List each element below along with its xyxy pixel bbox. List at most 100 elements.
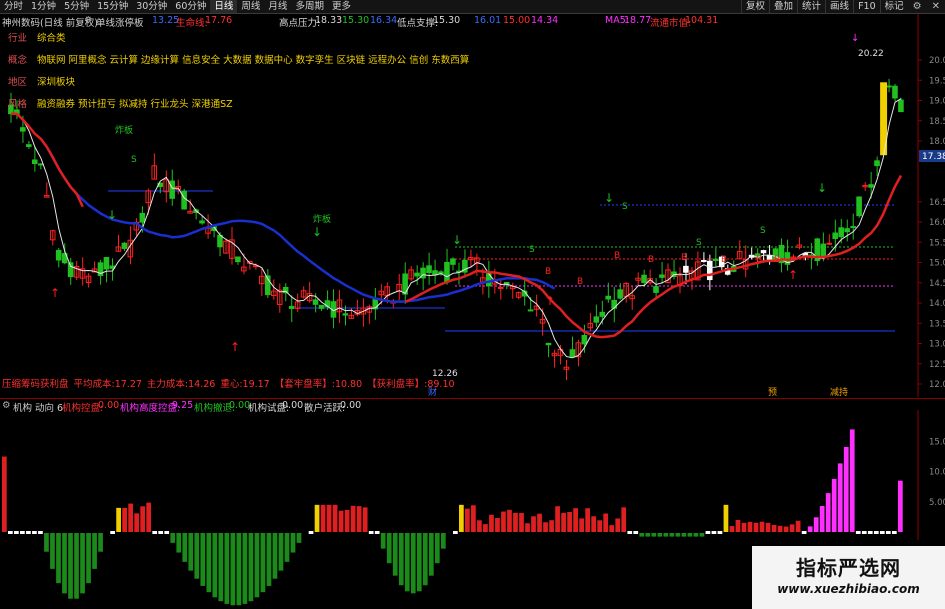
flow-bar-up xyxy=(741,522,747,532)
flow-bar-neutral xyxy=(368,531,374,534)
tag-industry-value: 综合类 xyxy=(37,33,66,44)
flow-bar-up xyxy=(609,525,615,532)
flow-bar-neutral xyxy=(26,531,31,534)
flow-bar-down xyxy=(182,533,188,562)
flow-bar-down xyxy=(254,533,260,598)
buy-arrow-icon: ↑ xyxy=(545,294,555,308)
flow-bar-down xyxy=(212,533,218,598)
flow-bar-neutral xyxy=(873,531,879,534)
candle-body xyxy=(892,85,898,99)
flow-bar-down xyxy=(699,533,705,537)
candle-body xyxy=(844,228,850,233)
flow-bar-down xyxy=(428,533,434,576)
flow-bar-up xyxy=(116,507,121,532)
flow-bar-up xyxy=(465,508,470,532)
flow-bar-down xyxy=(380,533,386,549)
flow-bar-neutral xyxy=(453,531,458,534)
flow-bar-up xyxy=(122,507,127,532)
buy-marker-b: B xyxy=(774,255,780,265)
price-axis: 20.0 19.5 19.0 18.5 18.0 16.5 16.0 15.5 15.0 14.5… xyxy=(918,56,945,390)
flow-bar-up xyxy=(459,504,464,532)
flow-bar-up xyxy=(555,506,560,532)
candle-body xyxy=(199,220,205,224)
flow-bar-down xyxy=(170,533,176,543)
reduce-marker: 减持 xyxy=(830,386,848,398)
flow-bar-up xyxy=(513,512,518,532)
flow-bar-down xyxy=(422,533,428,586)
inst-test-value: 0.00 xyxy=(282,400,304,411)
sub-indicator-title[interactable]: 机构 动向 6 xyxy=(13,400,63,414)
tag-style-key: 风格 xyxy=(8,99,28,110)
flow-bar-neutral xyxy=(861,531,867,534)
candle-body xyxy=(497,286,504,289)
candle-body xyxy=(886,85,892,88)
buy-marker-b: B xyxy=(756,255,762,265)
top-arrow-icon: ↓ xyxy=(851,33,859,44)
flow-bar-up xyxy=(483,524,488,532)
candle-body xyxy=(605,295,612,300)
flow-bar-up xyxy=(531,516,536,532)
sell-marker-s: S xyxy=(131,155,137,165)
flow-bar-up xyxy=(795,520,801,532)
candle-body xyxy=(611,299,617,309)
candle-body xyxy=(832,232,838,239)
flow-bar-down xyxy=(44,533,49,552)
flow-bar-up xyxy=(477,520,482,532)
flow-bar-up xyxy=(591,516,597,532)
price-tick-label: 16.5 xyxy=(929,198,945,208)
buy-marker-b: B xyxy=(545,267,551,277)
buy-arrow-icon: ↑ xyxy=(230,340,240,354)
sell-arrow-icon: ↓ xyxy=(107,208,117,222)
candle-body xyxy=(545,342,552,346)
center-value: 19.17 xyxy=(242,379,270,390)
flow-bar-down xyxy=(675,533,681,537)
flow-bar-up xyxy=(723,504,729,532)
price-tick-label: 14.0 xyxy=(929,299,945,309)
candle-body xyxy=(450,258,456,265)
flow-bar-down xyxy=(56,533,61,584)
price-tick-label: 19.0 xyxy=(929,97,945,107)
flow-bar-up xyxy=(471,505,476,532)
flow-bar-down xyxy=(434,533,440,564)
avg-cost-label: 平均成本: xyxy=(73,379,115,390)
flow-bar-up xyxy=(146,502,152,532)
flow-bar-neutral xyxy=(885,531,891,534)
inst-ctrl-value: 0.00 xyxy=(98,400,120,411)
flow-bar-up xyxy=(362,507,368,532)
candle-body xyxy=(103,257,110,270)
flow-bar-down xyxy=(80,533,85,594)
flow-bar-up xyxy=(603,513,609,532)
sub-indicator-header: ⚙ 机构 动向 6 机构控盘: 0.00 机构高度控盘: 9.25 机构撤退: … xyxy=(0,398,945,414)
flow-bar-down xyxy=(194,533,200,579)
site-watermark: 指标严选网 www.xuezhibiao.com xyxy=(752,546,945,609)
flow-bar-neutral xyxy=(14,531,19,534)
candle-body xyxy=(55,249,62,261)
flow-bar-down xyxy=(669,533,675,537)
sub-settings-icon[interactable]: ⚙ xyxy=(2,400,11,411)
candle-body xyxy=(898,99,904,113)
flow-bar-up xyxy=(615,518,621,532)
candle-body xyxy=(217,234,223,248)
candle-body xyxy=(850,226,856,229)
flow-bar-up xyxy=(897,480,903,532)
sell-arrow-icon: ↓ xyxy=(604,191,614,205)
flow-bar-up xyxy=(579,518,584,532)
flow-bar-up xyxy=(585,508,591,532)
buy-arrow-icon: ↑ xyxy=(788,268,798,282)
price-tick-label: 12.0 xyxy=(929,380,945,390)
flow-bar-down xyxy=(230,533,236,606)
flow-bar-up xyxy=(561,512,566,532)
flow-bar-down xyxy=(260,533,266,593)
forecast-marker: 预 xyxy=(768,387,777,398)
flow-bar-down xyxy=(416,533,422,592)
flow-bar-up xyxy=(789,524,795,532)
flow-bar-neutral xyxy=(20,531,25,534)
candle-body xyxy=(426,265,432,274)
candle-body xyxy=(838,227,844,238)
candle-body xyxy=(235,256,241,263)
candle-body xyxy=(318,304,325,309)
flow-bar-up xyxy=(597,520,603,532)
zhaban-marker: 炸板 xyxy=(313,213,331,225)
kline-chart[interactable]: 炸板炸板SSSSSBBB B B B B B↑↑↑↑↓↓↓↓↓↓20.2212.26财预减… xyxy=(0,0,945,609)
candle-body xyxy=(683,265,689,273)
